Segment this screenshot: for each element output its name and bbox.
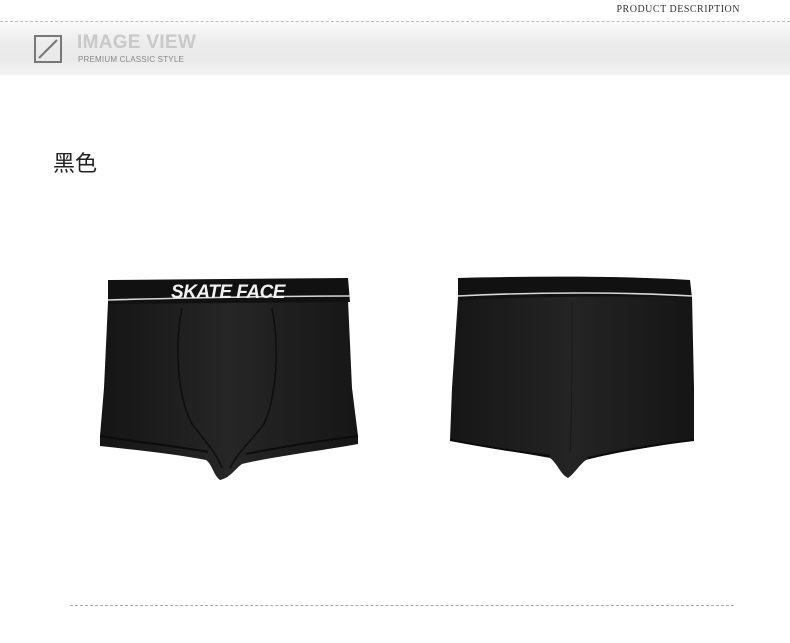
header-title: IMAGE VIEW xyxy=(77,32,197,53)
header-top-divider xyxy=(0,21,790,22)
product-description-label: PRODUCT DESCRIPTION xyxy=(616,4,740,15)
product-photo-front: SKATE FACE xyxy=(96,268,364,488)
product-photo-back xyxy=(446,268,714,488)
waistband-logo-text: SKATE FACE xyxy=(171,282,287,303)
bottom-divider xyxy=(70,605,734,606)
header-subtitle: PREMIUM CLASSIC STYLE xyxy=(78,55,185,64)
header-banner: IMAGE VIEW PREMIUM CLASSIC STYLE xyxy=(0,21,790,75)
diagonal-arrow-icon xyxy=(34,35,62,63)
color-name-label: 黑色 xyxy=(53,152,98,177)
